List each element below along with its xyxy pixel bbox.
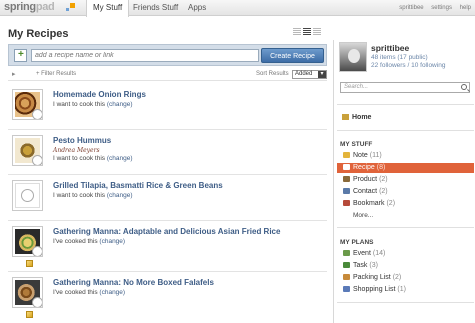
list-item[interactable]: Grilled Tilapia, Basmatti Rice & Green B…	[8, 175, 327, 221]
view-toggle	[291, 28, 325, 36]
recipe-status: I want to cook this (change)	[53, 101, 133, 108]
search-input[interactable]: Search...	[340, 82, 470, 93]
recipe-title[interactable]: Gathering Manna: Adaptable and Delicious…	[53, 227, 280, 236]
filter-row: ▸ + Filter Results Sort Results Added	[8, 69, 327, 81]
top-bar: springpad My Stuff Friends Stuff Apps sp…	[0, 0, 475, 17]
product-icon	[343, 176, 350, 182]
recipe-thumbnail[interactable]	[12, 89, 43, 120]
event-icon	[343, 250, 350, 256]
sidebar-item-product[interactable]: Product (2)	[337, 175, 474, 185]
sort-select[interactable]: Added	[292, 70, 327, 79]
tab-apps[interactable]: Apps	[182, 0, 212, 16]
recipe-status: I want to cook this (change)	[53, 192, 133, 199]
recipe-icon	[32, 297, 42, 307]
divider	[337, 227, 474, 228]
recipe-input[interactable]	[31, 49, 259, 62]
note-icon	[26, 311, 33, 318]
sidebar: sprittibee 48 items (17 public) 22 follo…	[333, 40, 475, 323]
recipe-icon	[32, 155, 42, 165]
change-link[interactable]: (change)	[99, 289, 125, 296]
recipe-status: I want to cook this (change)	[53, 155, 133, 162]
shopping-list-icon	[343, 286, 350, 292]
sidebar-item-home[interactable]: Home	[342, 114, 371, 121]
grid-view-icon[interactable]	[293, 28, 301, 35]
sidebar-item-packing-list[interactable]: Packing List (2)	[337, 273, 474, 283]
recipe-status: I've cooked this (change)	[53, 289, 126, 296]
avatar[interactable]	[339, 42, 367, 72]
list-view-icon[interactable]	[303, 28, 311, 35]
sidebar-item-task[interactable]: Task (3)	[337, 261, 474, 271]
packing-list-icon	[343, 274, 350, 280]
change-link[interactable]: (change)	[99, 238, 125, 245]
sidebar-item-shopping-list[interactable]: Shopping List (1)	[337, 285, 474, 295]
recipe-icon	[32, 246, 42, 256]
add-recipe-bar: Create Recipe	[8, 44, 327, 66]
recipe-icon	[21, 189, 34, 202]
recipe-thumbnail[interactable]	[12, 277, 43, 308]
filter-icon[interactable]: ▸	[12, 70, 16, 78]
create-recipe-button[interactable]: Create Recipe	[261, 48, 324, 63]
change-link[interactable]: (change)	[107, 192, 133, 199]
logo-dot-icon	[66, 8, 69, 11]
section-my-stuff: MY STUFF	[340, 141, 373, 148]
recipe-title[interactable]: Grilled Tilapia, Basmatti Rice & Green B…	[53, 181, 223, 190]
page-title: My Recipes	[8, 28, 69, 40]
list-item[interactable]: Pesto Hummus Andrea Meyers I want to coo…	[8, 130, 327, 175]
sidebar-item-recipe[interactable]: Recipe (8)	[337, 163, 474, 173]
task-icon	[343, 262, 350, 268]
list-item[interactable]: Gathering Manna: No More Boxed Falafels …	[8, 272, 327, 323]
tab-friends-stuff[interactable]: Friends Stuff	[127, 0, 184, 16]
note-icon	[26, 260, 33, 267]
contact-icon	[343, 188, 350, 194]
logo-mark-icon	[70, 3, 75, 8]
section-my-plans: MY PLANS	[340, 239, 374, 246]
search-icon[interactable]	[461, 84, 467, 90]
change-link[interactable]: (change)	[107, 101, 133, 108]
home-icon	[342, 114, 349, 120]
top-links: sprittibee settings help	[393, 0, 471, 16]
profile-follow[interactable]: 22 followers / 10 following	[371, 62, 445, 69]
author-signature: Andrea Meyers	[53, 147, 100, 154]
list-item[interactable]: Homemade Onion Rings I want to cook this…	[8, 84, 327, 130]
filter-results-link[interactable]: + Filter Results	[36, 71, 76, 77]
add-icon	[14, 49, 27, 62]
bookmark-icon	[343, 200, 350, 206]
my-stuff-more-link[interactable]: More...	[353, 212, 373, 219]
user-link[interactable]: sprittibee	[399, 5, 423, 11]
main-panel: My Recipes Create Recipe ▸ + Filter Resu…	[5, 22, 327, 323]
note-icon	[343, 152, 350, 158]
profile-items[interactable]: 48 items (17 public)	[371, 54, 428, 61]
recipe-title[interactable]: Homemade Onion Rings	[53, 90, 146, 99]
profile-name[interactable]: sprittibee	[371, 43, 409, 53]
tab-my-stuff[interactable]: My Stuff	[86, 0, 130, 17]
change-link[interactable]: (change)	[107, 155, 133, 162]
sort-label: Sort Results	[256, 71, 289, 77]
divider	[337, 130, 474, 131]
detail-view-icon[interactable]	[313, 28, 321, 35]
settings-link[interactable]: settings	[431, 5, 452, 11]
recipe-thumbnail[interactable]	[12, 226, 43, 257]
recipe-thumbnail[interactable]	[12, 135, 43, 166]
divider	[337, 104, 474, 105]
recipe-thumbnail[interactable]	[12, 180, 43, 211]
sidebar-item-event[interactable]: Event (14)	[337, 249, 474, 259]
help-link[interactable]: help	[460, 5, 471, 11]
sidebar-item-contact[interactable]: Contact (2)	[337, 187, 474, 197]
recipe-title[interactable]: Pesto Hummus	[53, 136, 111, 145]
recipe-status: I've cooked this (change)	[53, 238, 126, 245]
list-item[interactable]: Gathering Manna: Adaptable and Delicious…	[8, 221, 327, 272]
springpad-logo[interactable]: springpad	[4, 1, 55, 13]
recipe-title[interactable]: Gathering Manna: No More Boxed Falafels	[53, 278, 214, 287]
recipe-icon	[32, 109, 42, 119]
divider	[337, 302, 474, 303]
sidebar-item-bookmark[interactable]: Bookmark (2)	[337, 199, 474, 209]
sidebar-item-note[interactable]: Note (11)	[337, 151, 474, 161]
recipe-icon	[343, 164, 350, 170]
